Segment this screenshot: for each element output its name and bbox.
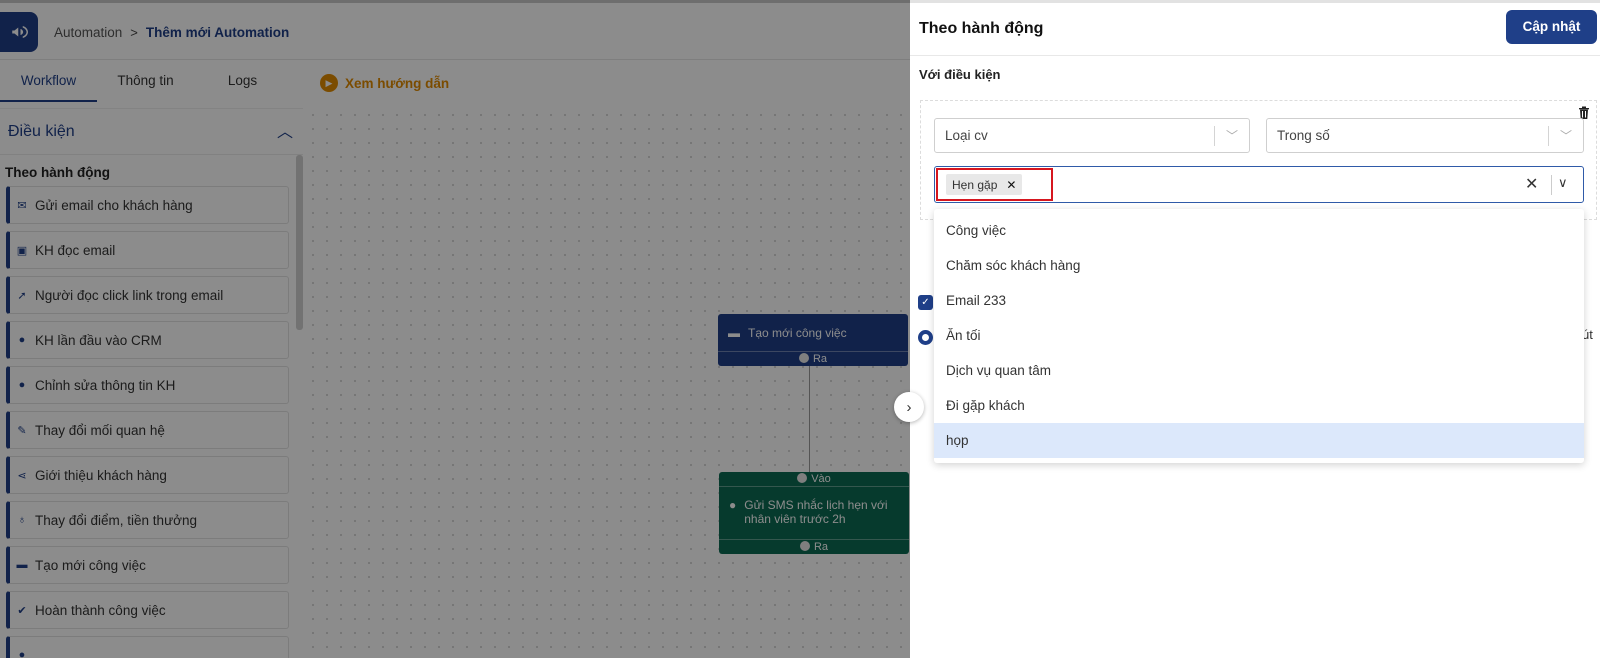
- modal-backdrop[interactable]: [0, 0, 910, 658]
- chevron-right-icon[interactable]: ›: [894, 392, 924, 422]
- chevron-down-icon[interactable]: ∨: [1558, 175, 1568, 191]
- action-drawer: Theo hành động Cập nhật Với điều kiện Lo…: [910, 0, 1600, 658]
- options-dropdown: Công việc Chăm sóc khách hàng Email 233 …: [934, 209, 1584, 463]
- dropdown-option[interactable]: Dịch vụ quan tâm: [934, 353, 1584, 388]
- drawer-header: Theo hành động Cập nhật: [910, 3, 1600, 56]
- task-type-value: Loại cv: [945, 128, 988, 143]
- tag-label: Hẹn gặp: [952, 177, 998, 192]
- dropdown-option-highlighted[interactable]: họp: [934, 423, 1584, 458]
- close-icon[interactable]: ✕: [1006, 178, 1016, 192]
- dropdown-option[interactable]: Đi gặp khách: [934, 388, 1584, 423]
- condition-label: Với điều kiện: [919, 67, 1001, 82]
- operator-select[interactable]: Trong số ﹀: [1266, 118, 1584, 153]
- clear-icon[interactable]: ✕: [1525, 174, 1538, 194]
- dropdown-option[interactable]: Ăn tối: [934, 318, 1584, 353]
- value-multiselect[interactable]: Hẹn gặp ✕ ✕ ∨: [934, 166, 1584, 203]
- chevron-down-icon[interactable]: ﹀: [1215, 127, 1249, 144]
- dropdown-option[interactable]: Công việc: [934, 213, 1584, 248]
- task-type-select[interactable]: Loại cv ﹀: [934, 118, 1250, 153]
- checkbox[interactable]: ✓: [918, 295, 933, 310]
- dropdown-option[interactable]: Chăm sóc khách hàng: [934, 248, 1584, 283]
- dropdown-option[interactable]: Email 233: [934, 283, 1584, 318]
- workflow-editor: Automation > Thêm mới Automation Workflo…: [0, 0, 910, 658]
- highlight-box: Hẹn gặp ✕: [936, 168, 1053, 201]
- chevron-down-icon[interactable]: ﹀: [1549, 127, 1583, 144]
- drawer-title: Theo hành động: [919, 20, 1044, 37]
- operator-value: Trong số: [1277, 128, 1330, 143]
- radio-button[interactable]: [918, 330, 933, 345]
- selected-tag: Hẹn gặp ✕: [946, 174, 1023, 195]
- update-button[interactable]: Cập nhật: [1506, 10, 1597, 44]
